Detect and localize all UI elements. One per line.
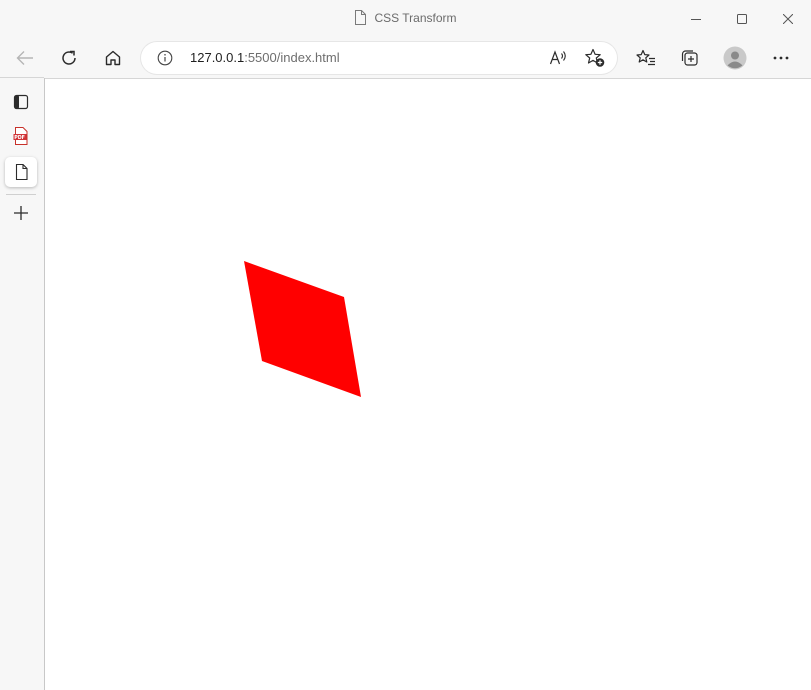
tab-actions-icon [13,94,29,110]
refresh-icon [62,50,76,65]
url-text[interactable]: 127.0.0.1:5500/index.html [190,50,340,65]
new-tab-button[interactable] [5,198,37,228]
maximize-icon [737,14,747,24]
favorites-button[interactable] [630,42,662,74]
read-aloud-button[interactable] [548,48,570,68]
add-favorite-button[interactable] [584,48,606,68]
window-title-text: CSS Transform [374,10,457,25]
window-controls [673,0,811,38]
minimize-button[interactable] [673,0,719,38]
profile-button[interactable] [719,42,751,74]
home-button[interactable] [97,42,129,74]
back-arrow-icon [16,51,33,65]
collections-button[interactable] [674,42,706,74]
plus-icon [14,206,28,220]
skewed-square [244,261,361,397]
page-icon [355,10,367,25]
page-content [45,78,811,690]
profile-icon [723,46,747,70]
maximize-button[interactable] [719,0,765,38]
refresh-button[interactable] [53,42,85,74]
sidebar-divider [6,194,36,195]
url-path: :5500/index.html [244,50,340,65]
read-aloud-icon [549,50,566,65]
home-icon [105,50,121,66]
address-bar[interactable]: 127.0.0.1:5500/index.html [141,42,617,74]
close-icon [783,14,793,24]
minimize-icon [691,19,701,20]
tab-css-transform[interactable] [5,157,37,187]
collections-icon [681,50,698,66]
browser-window: CSS Transform 127.0.0.1:5500/index.html … [0,0,811,690]
browser-toolbar: 127.0.0.1:5500/index.html [0,38,811,78]
svg-text:PDF: PDF [14,135,25,141]
vertical-tabs-sidebar: PDF [0,78,45,690]
page-canvas [244,261,361,397]
url-host: 127.0.0.1 [190,50,245,65]
back-button[interactable] [9,42,41,74]
title-bar: CSS Transform [0,0,811,38]
favorites-icon [636,49,655,66]
more-icon [773,56,789,60]
add-favorite-icon [585,48,605,67]
tab-actions-button[interactable] [5,87,37,117]
tab-pdf[interactable]: PDF [5,121,37,151]
info-icon[interactable] [157,50,173,66]
page-icon [15,164,28,180]
more-button[interactable] [765,42,797,74]
pdf-icon: PDF [13,127,28,145]
close-button[interactable] [765,0,811,38]
